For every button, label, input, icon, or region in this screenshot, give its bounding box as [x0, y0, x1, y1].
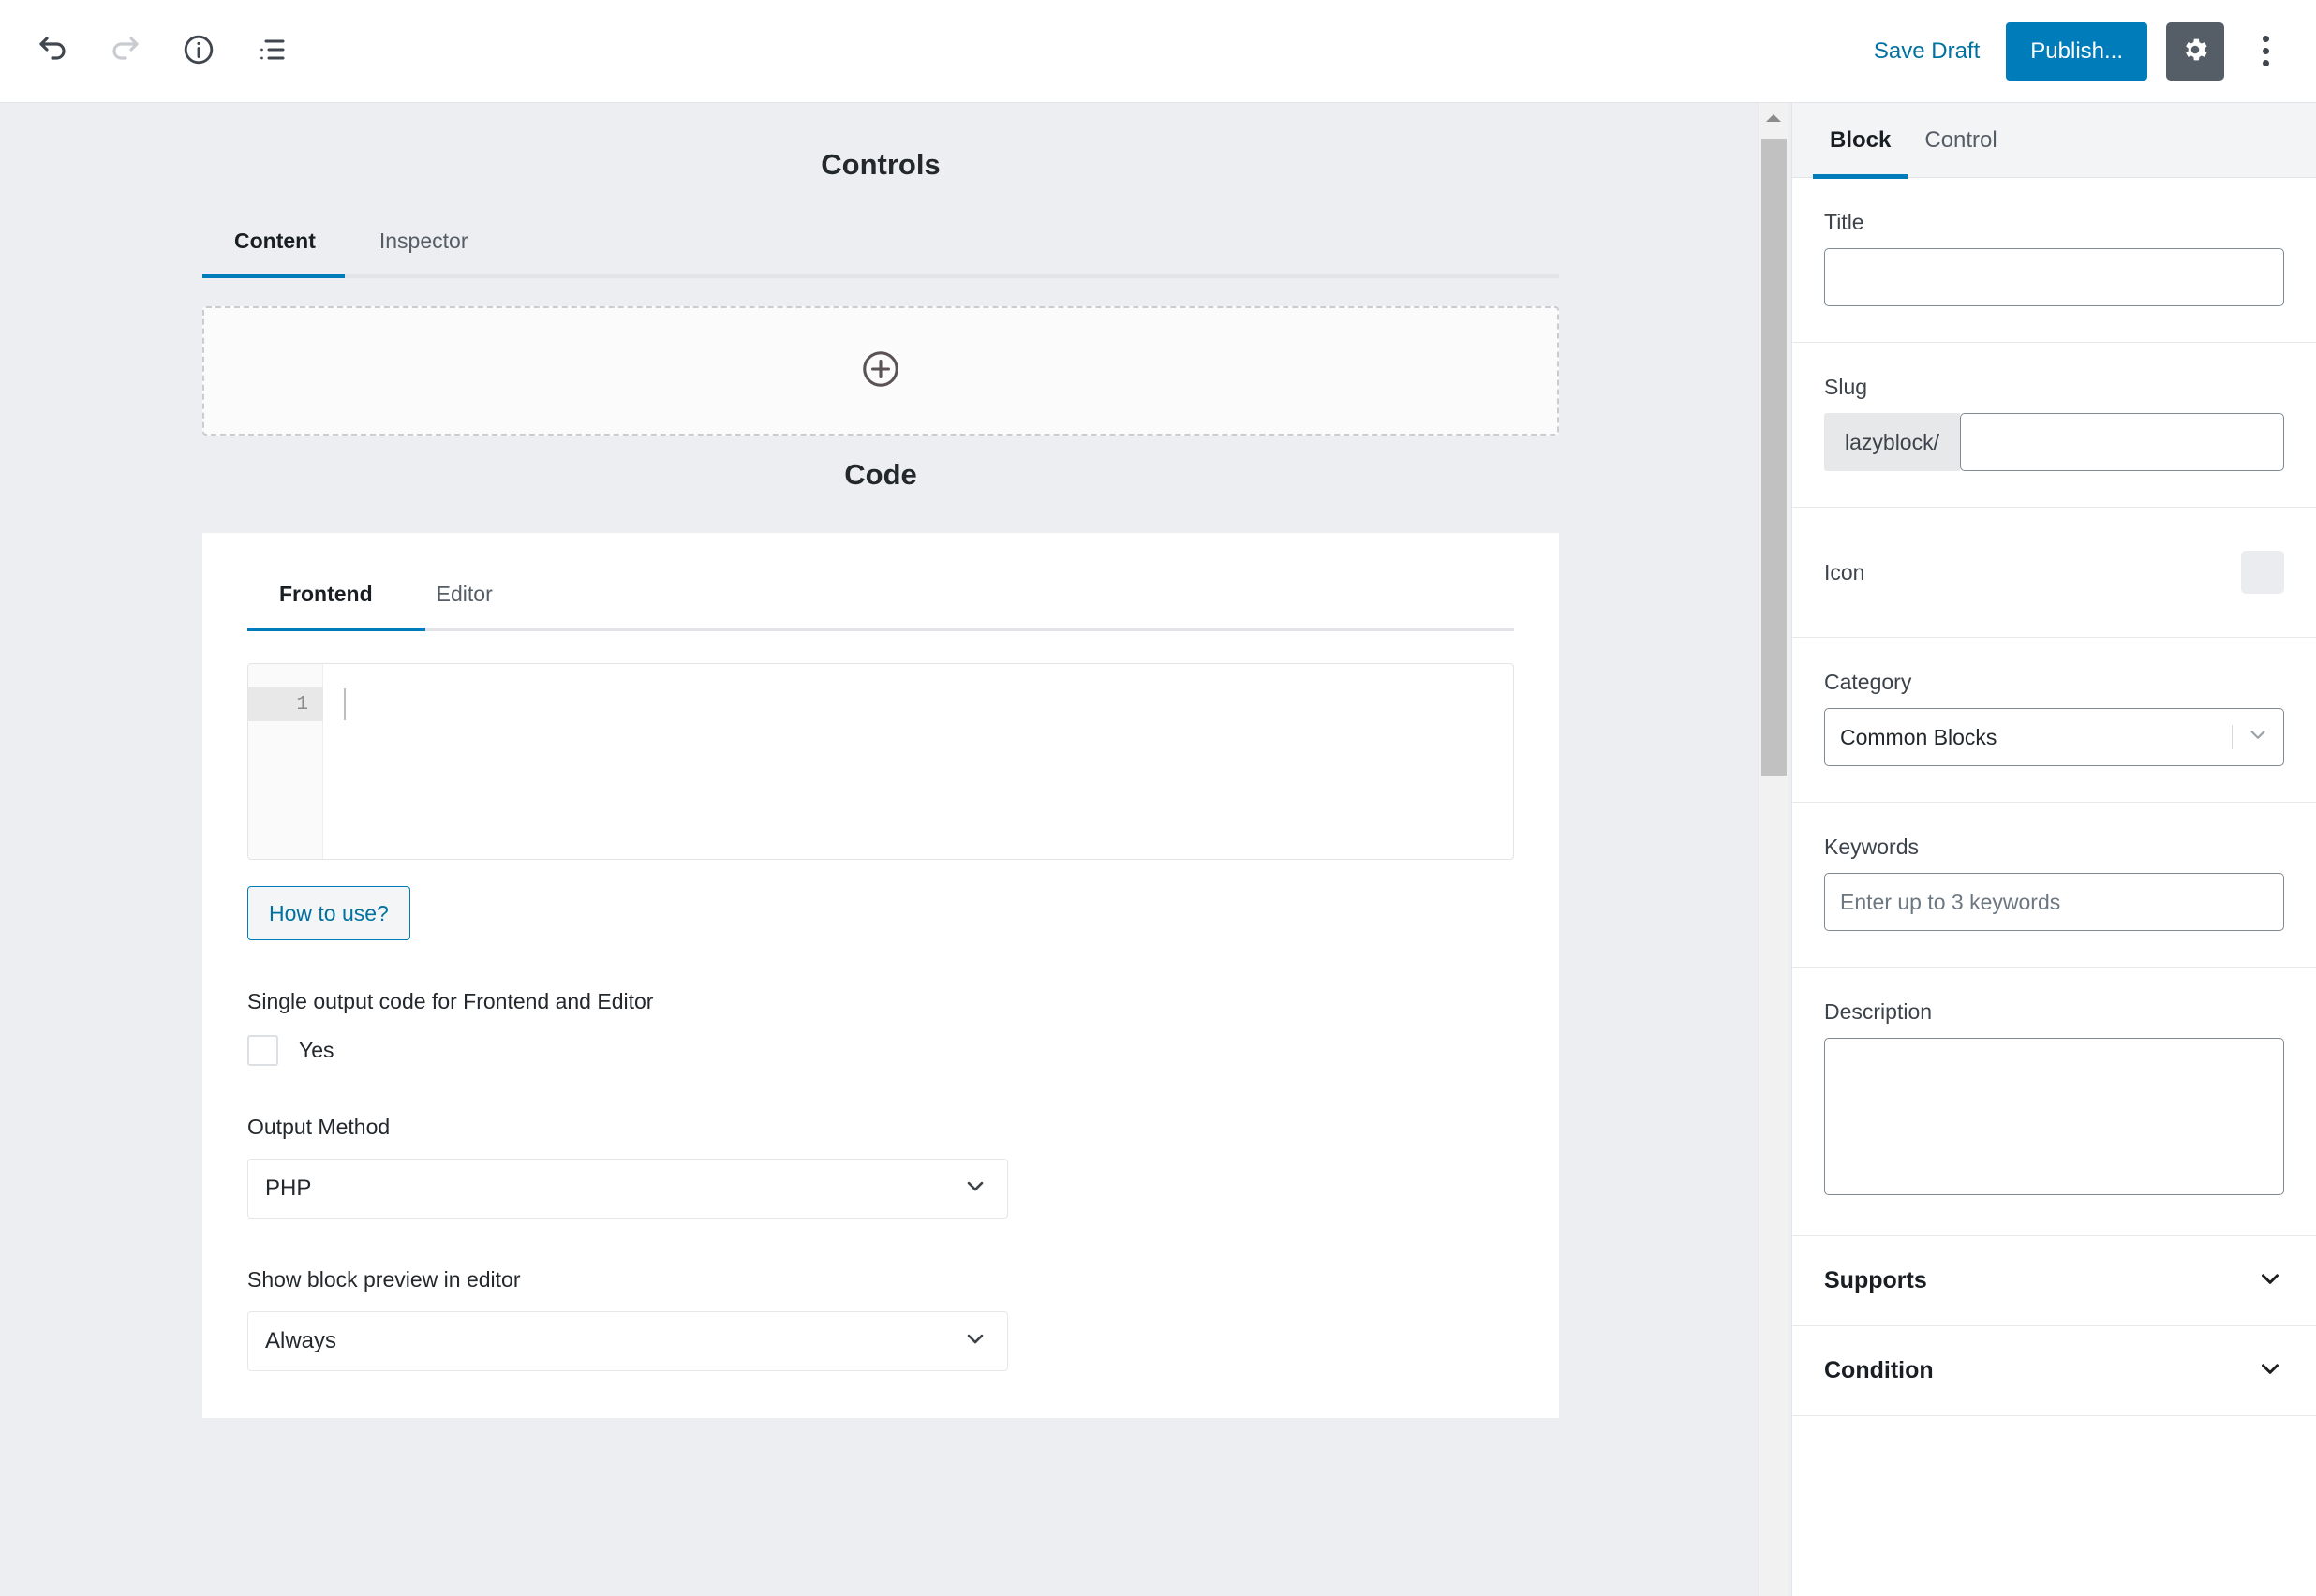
- code-editor[interactable]: 1: [247, 663, 1514, 860]
- block-preview-select[interactable]: Always: [247, 1311, 1008, 1371]
- slug-row: lazyblock/: [1824, 413, 2284, 471]
- output-method-label: Output Method: [247, 1115, 391, 1139]
- panel-keywords: Keywords: [1792, 803, 2316, 968]
- panel-slug: Slug lazyblock/: [1792, 343, 2316, 508]
- select-divider: [2232, 725, 2233, 749]
- save-draft-button[interactable]: Save Draft: [1861, 29, 1993, 74]
- code-active-tab-indicator: [247, 628, 425, 631]
- chevron-down-icon: [962, 1173, 988, 1205]
- vertical-ellipsis-icon: [2262, 36, 2269, 66]
- redo-icon: [109, 33, 142, 69]
- tab-content[interactable]: Content: [202, 215, 348, 274]
- panel-description: Description: [1792, 968, 2316, 1236]
- list-view-button[interactable]: [240, 20, 304, 83]
- more-options-button[interactable]: [2239, 22, 2292, 81]
- description-label: Description: [1824, 999, 1933, 1024]
- tab-frontend[interactable]: Frontend: [247, 569, 405, 628]
- single-output-label: Single output code for Frontend and Edit…: [247, 989, 654, 1013]
- output-method-value: PHP: [265, 1175, 312, 1201]
- description-textarea[interactable]: [1824, 1038, 2284, 1195]
- line-number: 1: [248, 687, 323, 721]
- info-icon: [182, 33, 215, 69]
- tab-block[interactable]: Block: [1813, 103, 1908, 179]
- tab-inspector[interactable]: Inspector: [348, 215, 500, 274]
- controls-active-tab-indicator: [202, 274, 345, 278]
- controls-section-title: Controls: [821, 148, 941, 181]
- sidebar-tab-list: Block Control: [1792, 103, 2316, 179]
- icon-label: Icon: [1824, 559, 1865, 584]
- category-label: Category: [1824, 670, 1912, 694]
- keywords-label: Keywords: [1824, 835, 1919, 859]
- controls-tabs: Content Inspector: [202, 215, 1559, 278]
- toolbar-right-group: Save Draft Publish...: [1861, 22, 2316, 81]
- single-output-checkbox[interactable]: [247, 1035, 278, 1066]
- block-preview-value: Always: [265, 1328, 337, 1353]
- add-control-dropzone[interactable]: [202, 306, 1559, 436]
- text-caret: [344, 688, 346, 720]
- editor-canvas: Controls Content Inspector Code Frontend…: [0, 103, 1761, 1596]
- chevron-down-icon: [2256, 1264, 2284, 1297]
- code-input-area[interactable]: [323, 664, 1513, 859]
- output-method-select[interactable]: PHP: [247, 1159, 1008, 1219]
- gear-icon: [2180, 35, 2210, 67]
- keywords-input[interactable]: [1824, 873, 2284, 931]
- title-label: Title: [1824, 210, 1864, 234]
- list-view-icon: [255, 33, 289, 69]
- panel-title: Title: [1792, 178, 2316, 343]
- slug-input[interactable]: [1959, 413, 2284, 471]
- panel-icon: Icon: [1792, 508, 2316, 638]
- title-input[interactable]: [1824, 248, 2284, 306]
- publish-button[interactable]: Publish...: [2006, 22, 2147, 81]
- main-scrollbar[interactable]: [1758, 103, 1788, 1596]
- category-select-affordance: [2232, 722, 2270, 752]
- panel-category: Category Common Blocks: [1792, 638, 2316, 803]
- settings-button[interactable]: [2166, 22, 2224, 81]
- slug-label: Slug: [1824, 375, 1868, 399]
- block-preview-label: Show block preview in editor: [247, 1267, 521, 1292]
- icon-picker-button[interactable]: [2241, 551, 2284, 594]
- settings-sidebar: Block Control Title Slug lazyblock/ Icon…: [1791, 103, 2316, 1596]
- chevron-down-icon: [2246, 722, 2270, 752]
- single-output-checkbox-label: Yes: [299, 1038, 334, 1062]
- category-value: Common Blocks: [1840, 724, 1997, 749]
- plus-circle-icon: [860, 348, 901, 394]
- chevron-down-icon: [2256, 1354, 2284, 1387]
- code-tabs: Frontend Editor: [247, 569, 1514, 631]
- slug-prefix: lazyblock/: [1824, 413, 1960, 471]
- supports-label: Supports: [1824, 1267, 1927, 1293]
- details-info-button[interactable]: [167, 20, 230, 83]
- accordion-supports[interactable]: Supports: [1792, 1236, 2316, 1326]
- code-section-title: Code: [844, 458, 917, 491]
- toolbar-left-group: [0, 20, 304, 83]
- controls-tab-list: Content Inspector: [202, 215, 1559, 274]
- undo-button[interactable]: [21, 20, 84, 83]
- code-gutter: 1: [248, 664, 323, 859]
- how-to-use-button[interactable]: How to use?: [247, 886, 410, 940]
- scrollbar-thumb[interactable]: [1761, 139, 1787, 776]
- top-toolbar: Save Draft Publish...: [0, 0, 2316, 103]
- code-tabs-underline: [247, 628, 1514, 631]
- redo-button[interactable]: [94, 20, 157, 83]
- category-select[interactable]: Common Blocks: [1824, 708, 2284, 766]
- controls-tabs-underline: [202, 274, 1559, 278]
- tab-control[interactable]: Control: [1908, 103, 2013, 178]
- code-tab-list: Frontend Editor: [247, 569, 1514, 628]
- condition-label: Condition: [1824, 1357, 1934, 1383]
- code-card: Frontend Editor 1 How to use? Single out…: [202, 533, 1559, 1418]
- chevron-down-icon: [962, 1325, 988, 1358]
- accordion-condition[interactable]: Condition: [1792, 1326, 2316, 1416]
- scrollbar-up-arrow[interactable]: [1759, 103, 1789, 133]
- tab-editor[interactable]: Editor: [405, 569, 525, 628]
- undo-icon: [36, 33, 69, 69]
- single-output-checkbox-row[interactable]: Yes: [247, 1035, 1514, 1066]
- content-wrapper: Controls Content Inspector Code Frontend…: [202, 103, 1559, 1418]
